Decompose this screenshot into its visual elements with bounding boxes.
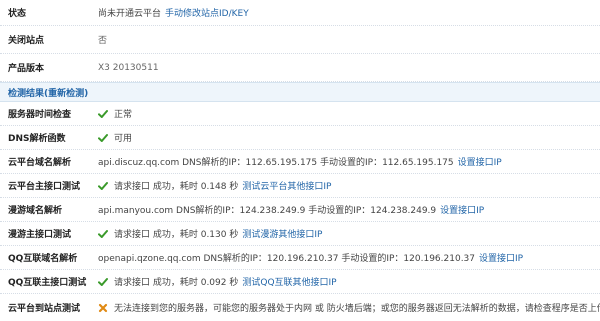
status-value: 尚未开通云平台 bbox=[98, 9, 162, 19]
cloud-test-label: 云平台主接口测试 bbox=[8, 182, 81, 192]
cloud-to-site-text: 无法连接到您的服务器，可能您的服务器处于内网 或 防火墙后端；或您的服务器返回无… bbox=[114, 304, 600, 314]
row-version: 产品版本 X3 20130511 bbox=[0, 54, 600, 82]
manyou-set-interface-ip-link[interactable]: 设置接口IP bbox=[440, 203, 484, 216]
row-dns-function: DNS解析函数 可用 bbox=[0, 126, 600, 150]
check-icon bbox=[98, 277, 108, 287]
cloud-set-interface-ip-link[interactable]: 设置接口IP bbox=[458, 155, 502, 168]
row-manyou-dns: 漫游域名解析 api.manyou.com DNS解析的IP：124.238.2… bbox=[0, 198, 600, 222]
row-manyou-test: 漫游主接口测试 请求接口 成功，耗时 0.130 秒 测试漫游其他接口IP bbox=[0, 222, 600, 246]
cloud-platform-diagnostics: 状态 尚未开通云平台 手动修改站点ID/KEY 关闭站点 否 产品版本 X3 2… bbox=[0, 0, 600, 315]
check-icon bbox=[98, 229, 108, 239]
check-icon bbox=[98, 133, 108, 143]
manyou-dns-label: 漫游域名解析 bbox=[8, 206, 63, 216]
manyou-test-other-ip-link[interactable]: 测试漫游其他接口IP bbox=[242, 227, 322, 240]
row-close-site: 关闭站点 否 bbox=[0, 26, 600, 54]
manyou-test-label: 漫游主接口测试 bbox=[8, 230, 72, 240]
qq-test-text: 请求接口 成功，耗时 0.092 秒 bbox=[114, 278, 239, 288]
close-site-value: 否 bbox=[98, 36, 108, 46]
close-site-label: 关闭站点 bbox=[8, 36, 45, 46]
row-cloud-test: 云平台主接口测试 请求接口 成功，耗时 0.148 秒 测试云平台其他接口IP bbox=[0, 174, 600, 198]
row-qq-test: QQ互联主接口测试 请求接口 成功，耗时 0.092 秒 测试QQ互联其他接口I… bbox=[0, 270, 600, 294]
status-label: 状态 bbox=[8, 9, 27, 19]
server-time-result: 正常 bbox=[114, 110, 133, 120]
edit-site-id-key-link[interactable]: 手动修改站点ID/KEY bbox=[165, 6, 249, 19]
manyou-test-text: 请求接口 成功，耗时 0.130 秒 bbox=[114, 230, 239, 240]
qq-set-interface-ip-link[interactable]: 设置接口IP bbox=[479, 251, 523, 264]
check-icon bbox=[98, 109, 108, 119]
qq-dns-label: QQ互联域名解析 bbox=[8, 254, 78, 264]
section-detection-results: 检测结果(重新检测) bbox=[0, 82, 600, 102]
row-cloud-to-site: 云平台到站点测试 无法连接到您的服务器，可能您的服务器处于内网 或 防火墙后端；… bbox=[0, 294, 600, 321]
row-status: 状态 尚未开通云平台 手动修改站点ID/KEY bbox=[0, 0, 600, 26]
dns-function-label: DNS解析函数 bbox=[8, 134, 66, 144]
row-server-time: 服务器时间检查 正常 bbox=[0, 102, 600, 126]
check-icon bbox=[98, 181, 108, 191]
row-qq-dns: QQ互联域名解析 openapi.qzone.qq.com DNS解析的IP：1… bbox=[0, 246, 600, 270]
cloud-dns-label: 云平台域名解析 bbox=[8, 158, 72, 168]
detection-results-title[interactable]: 检测结果(重新检测) bbox=[8, 83, 88, 101]
row-cloud-dns: 云平台域名解析 api.discuz.qq.com DNS解析的IP：112.6… bbox=[0, 150, 600, 174]
manyou-dns-text: api.manyou.com DNS解析的IP：124.238.249.9 手动… bbox=[98, 206, 437, 216]
version-value: X3 20130511 bbox=[98, 62, 159, 73]
dns-function-result: 可用 bbox=[114, 134, 133, 144]
cloud-to-site-label: 云平台到站点测试 bbox=[8, 304, 81, 314]
server-time-label: 服务器时间检查 bbox=[8, 110, 72, 120]
cloud-test-text: 请求接口 成功，耗时 0.148 秒 bbox=[114, 182, 239, 192]
error-x-icon bbox=[98, 303, 108, 313]
cloud-dns-text: api.discuz.qq.com DNS解析的IP：112.65.195.17… bbox=[98, 158, 454, 168]
cloud-test-other-ip-link[interactable]: 测试云平台其他接口IP bbox=[242, 179, 331, 192]
qq-test-label: QQ互联主接口测试 bbox=[8, 278, 87, 288]
qq-test-other-ip-link[interactable]: 测试QQ互联其他接口IP bbox=[242, 275, 336, 288]
qq-dns-text: openapi.qzone.qq.com DNS解析的IP：120.196.21… bbox=[98, 254, 476, 264]
version-label: 产品版本 bbox=[8, 64, 45, 74]
